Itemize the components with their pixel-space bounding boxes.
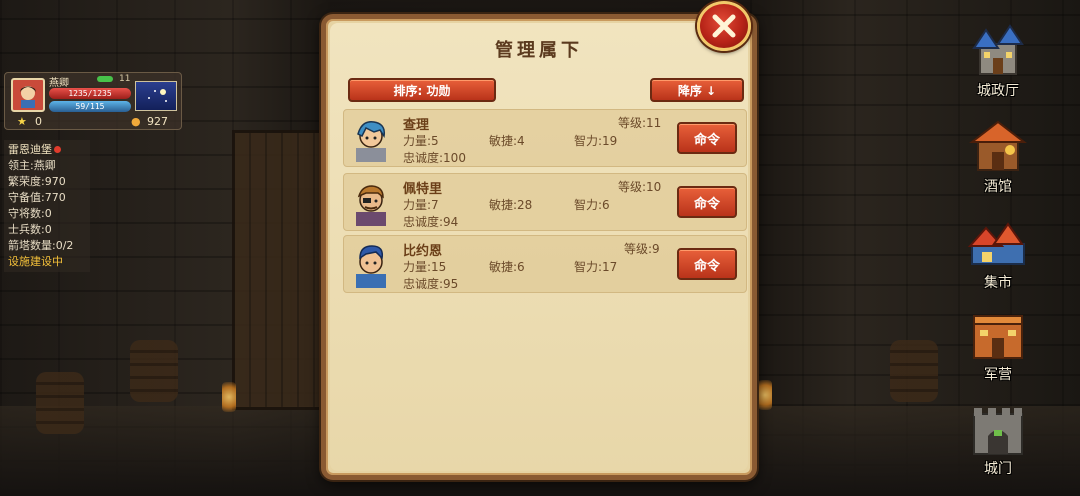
castle-generals: 守将数:0 (8, 207, 52, 220)
hero-portrait (348, 180, 394, 226)
barrel-icon (36, 372, 84, 434)
hero-name: 查理 (403, 118, 430, 133)
hero-level: 等级:9 (624, 242, 660, 256)
sort-button[interactable]: 排序: 功勋 (348, 78, 496, 102)
health-bar: 1235/1235 (49, 88, 131, 99)
hero-portrait (348, 242, 394, 288)
castle-defense: 守备值:770 (8, 191, 66, 204)
castle-soldiers: 士兵数:0 (8, 223, 52, 236)
menu-label: 酒馆 (984, 179, 1012, 195)
hero-strength: 力量:15 (403, 260, 447, 274)
player-name: 燕卿 (49, 78, 69, 89)
command-button[interactable]: 命令 (677, 248, 737, 280)
sort-order-button[interactable]: 降序 ↓ (650, 78, 744, 102)
hero-agility: 敏捷:6 (489, 260, 525, 274)
subordinate-row[interactable]: 佩特里 等级:10 力量:7 敏捷:28 智力:6 忠诚度:94 命令 (343, 173, 747, 231)
player-avatar[interactable] (11, 78, 45, 112)
dialog-title: 管理属下 (495, 40, 583, 61)
hero-name: 佩特里 (403, 182, 443, 197)
hero-agility: 敏捷:4 (489, 134, 525, 148)
hero-agility: 敏捷:28 (489, 198, 533, 212)
city-hall-icon (966, 22, 1030, 78)
menu-city-hall[interactable]: 城政厅 (958, 22, 1038, 108)
hero-loyalty: 忠诚度:100 (403, 151, 466, 165)
subordinate-row[interactable]: 比约恩 等级:9 力量:15 敏捷:6 智力:17 忠诚度:95 命令 (343, 235, 747, 293)
gold-coin-icon: ● (131, 115, 141, 128)
close-icon (712, 14, 736, 38)
command-button[interactable]: 命令 (677, 122, 737, 154)
star-icon: ★ (17, 115, 27, 128)
barracks-icon (966, 306, 1030, 362)
hero-name: 比约恩 (403, 244, 443, 259)
tavern-icon (966, 118, 1030, 174)
hero-level: 等级:11 (618, 116, 662, 130)
command-button[interactable]: 命令 (677, 186, 737, 218)
hero-intelligence: 智力:6 (574, 198, 610, 212)
player-level: 11 (119, 74, 131, 84)
castle-owner: 领主:燕卿 (8, 159, 56, 172)
street-lamp-icon (222, 382, 236, 412)
menu-city-gate[interactable]: 城门 (958, 400, 1038, 486)
menu-market[interactable]: 集市 (958, 214, 1038, 300)
hero-level: 等级:10 (618, 180, 662, 194)
market-icon (966, 214, 1030, 270)
world-map-button[interactable] (135, 81, 177, 111)
background-door (232, 130, 322, 410)
street-lamp-icon (758, 380, 772, 410)
hero-strength: 力量:5 (403, 134, 439, 148)
barrel-icon (130, 340, 178, 402)
gold-count: 927 (147, 115, 168, 128)
barrel-icon (890, 340, 938, 402)
world-map-icon (148, 89, 167, 102)
dialog-body: 管理属下 排序: 功勋 降序 ↓ 查理 等级:11 力量:5 敏捷:4 智力:1… (330, 23, 748, 471)
castle-building-status: 设施建设中 (8, 255, 63, 268)
hero-intelligence: 智力:17 (574, 260, 618, 274)
castle-arrow-towers: 箭塔数量:0/2 (8, 239, 74, 252)
player-info-panel[interactable]: 燕卿 11 1235/1235 59/115 ★ 0 ● 927 (4, 72, 182, 130)
menu-label: 城政厅 (977, 83, 1019, 99)
castle-name: 雷恩迪堡 (8, 143, 52, 156)
menu-label: 集市 (984, 275, 1012, 291)
hero-strength: 力量:7 (403, 198, 439, 212)
hero-portrait (348, 116, 394, 162)
city-gate-icon (966, 400, 1030, 456)
castle-info-panel: 雷恩迪堡 领主:燕卿 繁荣度:970 守备值:770 守将数:0 士兵数:0 箭… (4, 140, 90, 272)
hero-loyalty: 忠诚度:94 (403, 215, 459, 229)
menu-barracks[interactable]: 军营 (958, 306, 1038, 392)
menu-label: 军营 (984, 367, 1012, 383)
location-pin-icon (54, 146, 61, 153)
star-count: 0 (35, 115, 42, 128)
mana-bar: 59/115 (49, 101, 131, 112)
subordinate-row[interactable]: 查理 等级:11 力量:5 敏捷:4 智力:19 忠诚度:100 命令 (343, 109, 747, 167)
online-status-indicator (97, 76, 113, 82)
close-button[interactable] (697, 1, 751, 51)
menu-label: 城门 (984, 461, 1012, 477)
menu-tavern[interactable]: 酒馆 (958, 118, 1038, 204)
hero-intelligence: 智力:19 (574, 134, 618, 148)
castle-prosperity: 繁荣度:970 (8, 175, 66, 188)
manage-subordinates-dialog: 管理属下 排序: 功勋 降序 ↓ 查理 等级:11 力量:5 敏捷:4 智力:1… (321, 1, 757, 480)
hero-loyalty: 忠诚度:95 (403, 277, 459, 291)
